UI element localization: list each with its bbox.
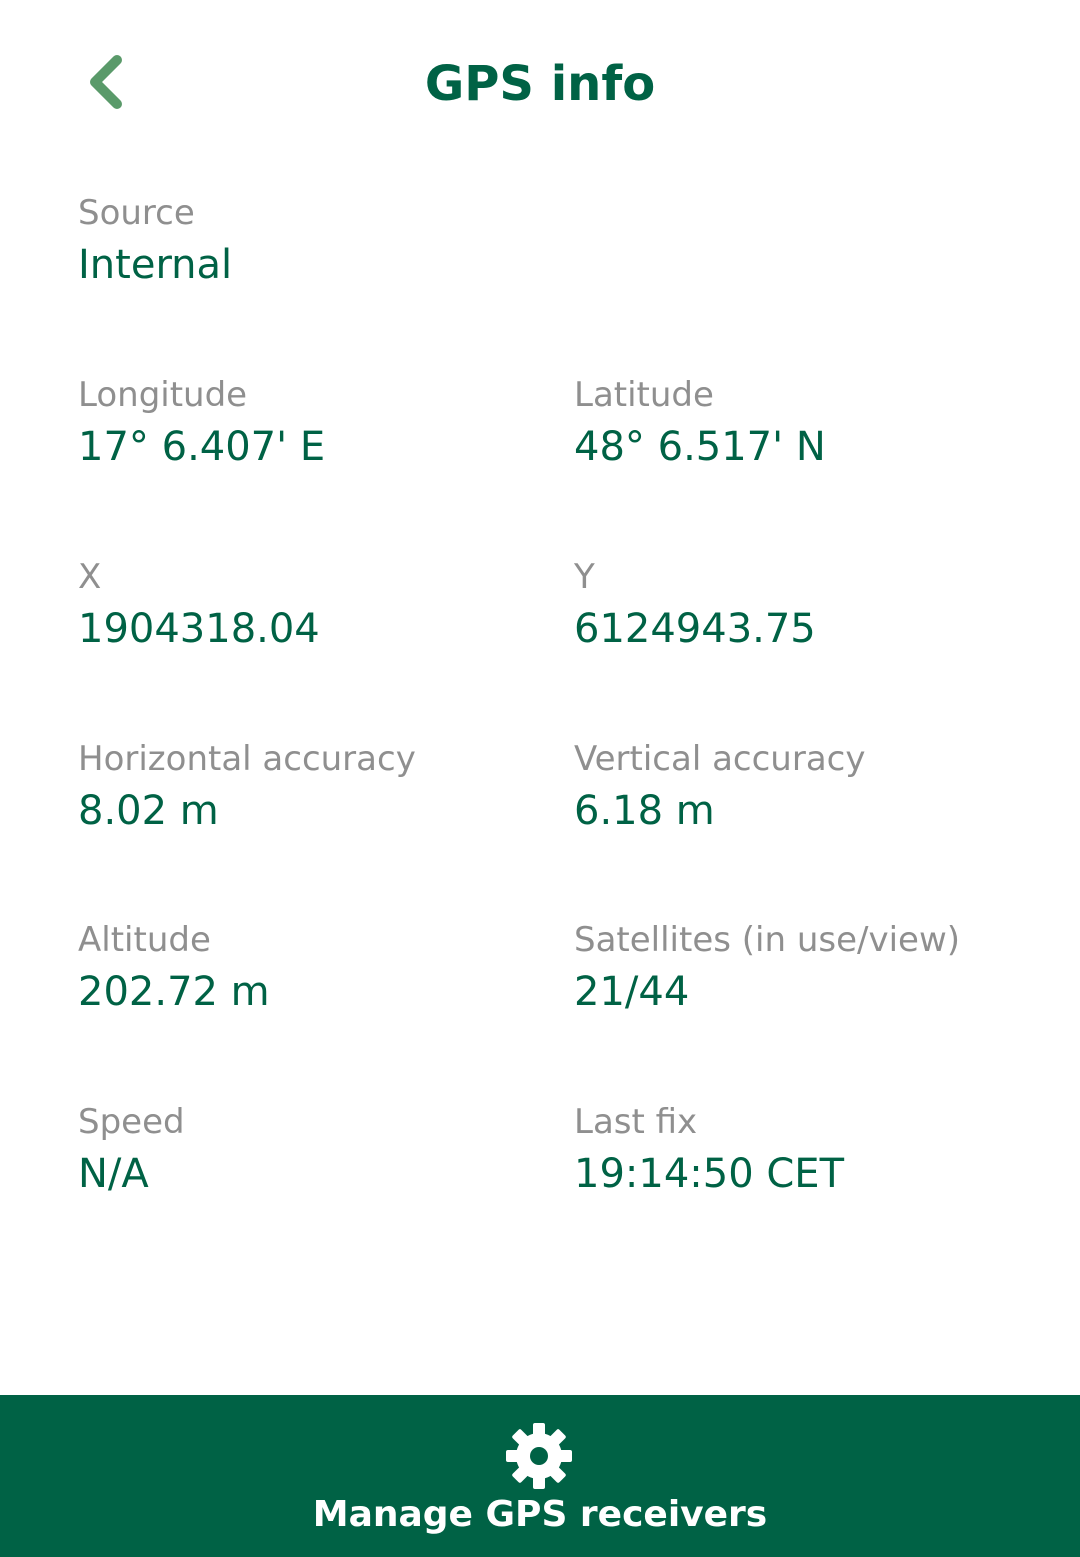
manage-gps-receivers-label: Manage GPS receivers <box>312 1494 768 1535</box>
page-title: GPS info <box>424 56 656 112</box>
x-label: X <box>78 557 102 597</box>
field-altitude: Altitude 202.72 m <box>78 920 538 1016</box>
satellites-label: Satellites (in use/view) <box>574 920 961 960</box>
manage-gps-receivers-button[interactable]: Manage GPS receivers <box>0 1395 1080 1557</box>
speed-label: Speed <box>78 1102 185 1142</box>
longitude-value: 17° 6.407' E <box>78 424 326 470</box>
field-vertical-accuracy: Vertical accuracy 6.18 m <box>574 739 1034 835</box>
latitude-value: 48° 6.517' N <box>574 424 826 470</box>
field-latitude: Latitude 48° 6.517' N <box>574 375 1034 471</box>
vertical-accuracy-label: Vertical accuracy <box>574 739 866 779</box>
latitude-label: Latitude <box>574 375 714 415</box>
horizontal-accuracy-value: 8.02 m <box>78 788 219 834</box>
gps-info-screen: GPS info Source Internal Longitude 17° 6… <box>0 0 1080 1557</box>
speed-value: N/A <box>78 1151 149 1197</box>
altitude-value: 202.72 m <box>78 969 270 1015</box>
field-x: X 1904318.04 <box>78 557 538 653</box>
field-satellites: Satellites (in use/view) 21/44 <box>574 920 1034 1016</box>
longitude-label: Longitude <box>78 375 248 415</box>
vertical-accuracy-value: 6.18 m <box>574 788 715 834</box>
field-horizontal-accuracy: Horizontal accuracy 8.02 m <box>78 739 538 835</box>
field-speed: Speed N/A <box>78 1102 538 1198</box>
y-value: 6124943.75 <box>574 606 816 652</box>
x-value: 1904318.04 <box>78 606 320 652</box>
horizontal-accuracy-label: Horizontal accuracy <box>78 739 416 779</box>
header: GPS info <box>0 0 1080 170</box>
last-fix-value: 19:14:50 CET <box>574 1151 844 1197</box>
field-y: Y 6124943.75 <box>574 557 1034 653</box>
field-longitude: Longitude 17° 6.407' E <box>78 375 538 471</box>
y-label: Y <box>574 557 595 597</box>
source-label: Source <box>78 193 195 233</box>
altitude-label: Altitude <box>78 920 211 960</box>
field-source: Source Internal <box>78 193 538 289</box>
satellites-value: 21/44 <box>574 969 690 1015</box>
gear-icon <box>506 1423 572 1489</box>
source-value: Internal <box>78 242 233 288</box>
last-fix-label: Last fix <box>574 1102 698 1142</box>
field-last-fix: Last fix 19:14:50 CET <box>574 1102 1034 1198</box>
